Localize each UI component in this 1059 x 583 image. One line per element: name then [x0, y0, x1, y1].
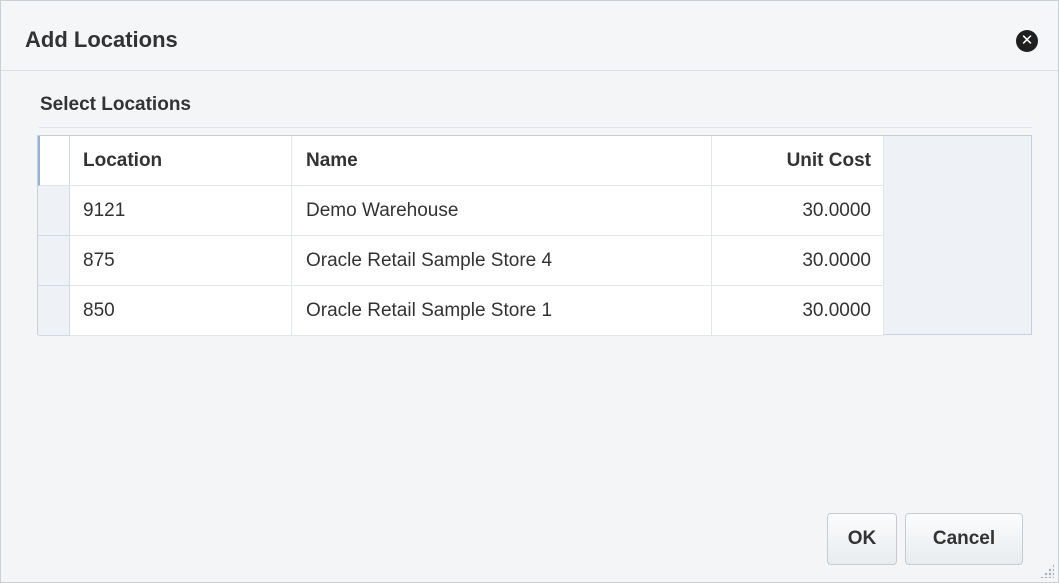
dialog-titlebar: Add Locations ✕: [1, 1, 1058, 71]
unit-cost-cell[interactable]: 30.0000: [712, 286, 884, 336]
section-title: Select Locations: [40, 94, 191, 115]
add-locations-dialog: Add Locations ✕ Select Locations Locatio…: [0, 0, 1059, 583]
location-cell[interactable]: 875: [70, 236, 292, 286]
name-cell[interactable]: Demo Warehouse: [292, 186, 712, 236]
row-header[interactable]: [38, 186, 70, 236]
resize-grip-icon[interactable]: [1040, 564, 1054, 578]
section-divider: [39, 127, 1032, 128]
location-cell[interactable]: 9121: [70, 186, 292, 236]
cancel-button[interactable]: Cancel: [905, 513, 1023, 565]
dialog-title: Add Locations: [25, 27, 178, 52]
select-all-row-header[interactable]: [38, 136, 70, 186]
location-cell[interactable]: 850: [70, 286, 292, 336]
row-header[interactable]: [38, 286, 70, 336]
column-header-name[interactable]: Name: [292, 136, 712, 186]
name-cell[interactable]: Oracle Retail Sample Store 4: [292, 236, 712, 286]
ok-button[interactable]: OK: [827, 513, 897, 565]
locations-table: Location Name Unit Cost 9121 Demo Wareho…: [37, 135, 1032, 336]
close-icon[interactable]: ✕: [1016, 30, 1038, 52]
column-header-location[interactable]: Location: [70, 136, 292, 186]
column-header-unit-cost[interactable]: Unit Cost: [712, 136, 884, 186]
unit-cost-cell[interactable]: 30.0000: [712, 236, 884, 286]
row-header[interactable]: [38, 236, 70, 286]
name-cell[interactable]: Oracle Retail Sample Store 1: [292, 286, 712, 336]
unit-cost-cell[interactable]: 30.0000: [712, 186, 884, 236]
